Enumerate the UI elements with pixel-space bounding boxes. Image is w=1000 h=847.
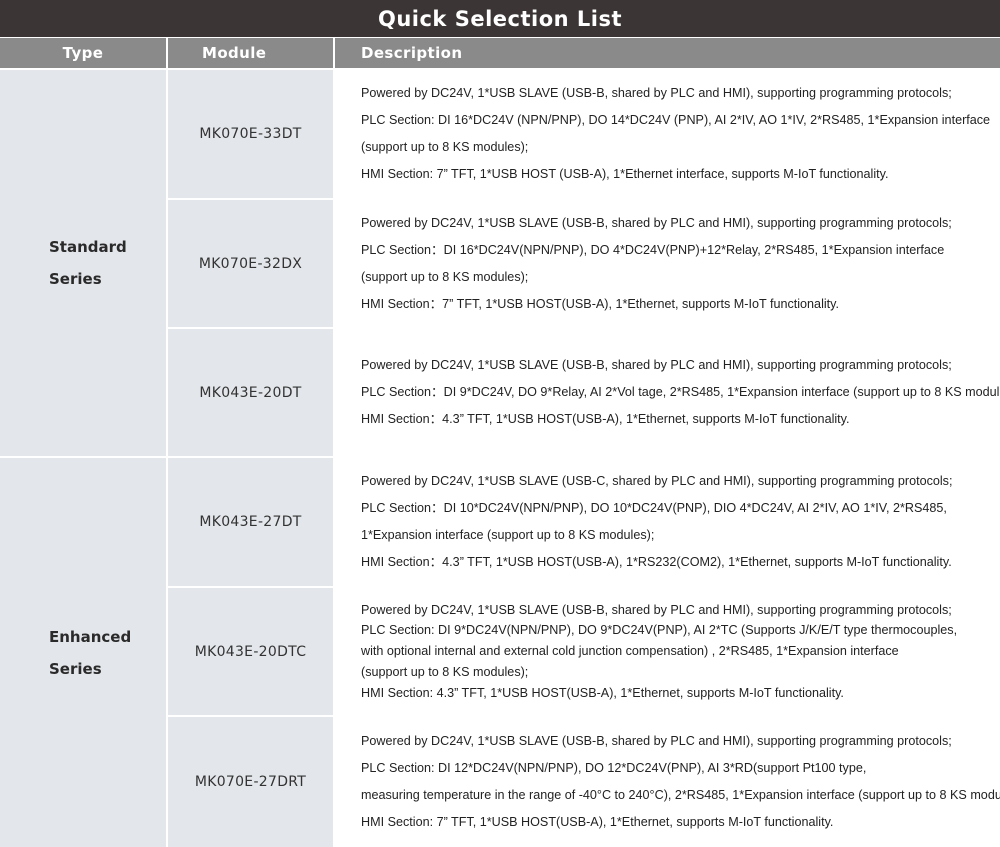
description-line: Powered by DC24V, 1*USB SLAVE (USB-C, sh… [361, 474, 953, 488]
description-line: (support up to 8 KS modules); [361, 664, 529, 679]
description-line: Powered by DC24V, 1*USB SLAVE (USB-B, sh… [361, 734, 952, 748]
module-cell: MK070E-27DRT [168, 717, 333, 847]
description-line: HMI Section: 4.3” TFT, 1*USB HOST(USB-A)… [361, 685, 844, 700]
type-cell-standard: Standard Series [0, 70, 166, 456]
description-cell: Powered by DC24V, 1*USB SLAVE (USB-B, sh… [335, 70, 1000, 198]
description-line: PLC Section: DI 12*DC24V(NPN/PNP), DO 12… [361, 761, 867, 775]
description-line: HMI Section：7” TFT, 1*USB HOST(USB-A), 1… [361, 296, 840, 311]
description-line: with optional internal and external cold… [361, 644, 899, 659]
module-cell: MK070E-33DT [168, 70, 333, 198]
description-line: HMI Section: 7” TFT, 1*USB HOST(USB-A), … [361, 815, 834, 829]
module-cell: MK070E-32DX [168, 200, 333, 327]
type-cell-enhanced: Enhanced Series [0, 458, 166, 847]
description-line: Powered by DC24V, 1*USB SLAVE (USB-B, sh… [361, 358, 952, 372]
description-cell: Powered by DC24V, 1*USB SLAVE (USB-B, sh… [335, 588, 1000, 715]
type-label-line1: Standard [49, 238, 127, 256]
description-line: PLC Section：DI 16*DC24V(NPN/PNP), DO 4*D… [361, 242, 945, 257]
description-line: 1*Expansion interface (support up to 8 K… [361, 528, 655, 542]
description-line: PLC Section: DI 16*DC24V (NPN/PNP), DO 1… [361, 113, 991, 127]
description-line: Powered by DC24V, 1*USB SLAVE (USB-B, sh… [361, 86, 952, 100]
module-cell: MK043E-20DTC [168, 588, 333, 715]
type-label-line1: Enhanced [49, 627, 132, 646]
description-cell: Powered by DC24V, 1*USB SLAVE (USB-B, sh… [335, 200, 1000, 327]
description-line: HMI Section: 7” TFT, 1*USB HOST (USB-A),… [361, 167, 889, 181]
module-cell: MK043E-27DT [168, 458, 333, 586]
type-label-line2: Series [49, 659, 102, 678]
description-cell: Powered by DC24V, 1*USB SLAVE (USB-B, sh… [335, 717, 1000, 847]
description-cell: Powered by DC24V, 1*USB SLAVE (USB-B, sh… [335, 329, 1000, 456]
description-line: PLC Section：DI 10*DC24V(NPN/PNP), DO 10*… [361, 501, 947, 515]
description-line: (support up to 8 KS modules); [361, 140, 529, 154]
description-line: measuring temperature in the range of -4… [361, 788, 1000, 802]
description-line: PLC Section：DI 9*DC24V, DO 9*Relay, AI 2… [361, 385, 1000, 399]
description-line: HMI Section：4.3” TFT, 1*USB HOST(USB-A),… [361, 412, 850, 426]
description-line: PLC Section: DI 9*DC24V(NPN/PNP), DO 9*D… [361, 623, 958, 638]
table-header-row: Type Module Description [0, 37, 1000, 68]
description-cell: Powered by DC24V, 1*USB SLAVE (USB-C, sh… [335, 458, 1000, 586]
type-label-line2: Series [49, 270, 102, 288]
header-module: Module [168, 38, 333, 68]
description-line: Powered by DC24V, 1*USB SLAVE (USB-B, sh… [361, 215, 952, 230]
description-line: Powered by DC24V, 1*USB SLAVE (USB-B, sh… [361, 602, 952, 617]
header-description: Description [335, 38, 1000, 68]
description-line: (support up to 8 KS modules); [361, 269, 529, 284]
description-line: HMI Section：4.3” TFT, 1*USB HOST(USB-A),… [361, 555, 952, 569]
header-type: Type [0, 38, 166, 68]
table-title: Quick Selection List [0, 0, 1000, 37]
module-cell: MK043E-20DT [168, 329, 333, 456]
